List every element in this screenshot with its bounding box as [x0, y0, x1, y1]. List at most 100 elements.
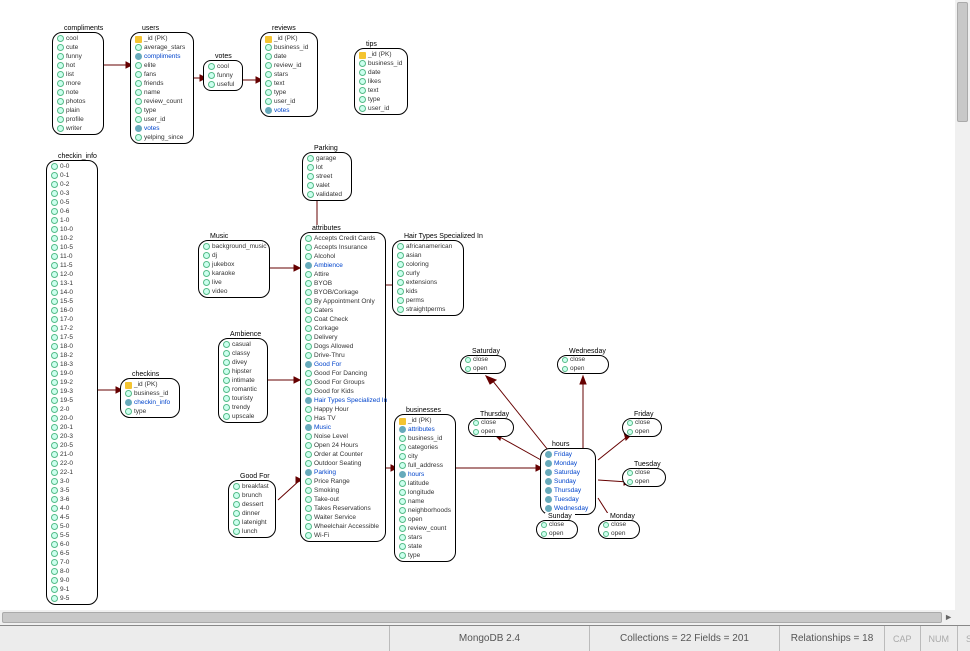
field-label: elite	[144, 61, 156, 70]
field-row: plain	[53, 106, 103, 115]
field-label: 0-1	[60, 171, 69, 180]
field: open	[623, 478, 665, 487]
field-row: Alcohol	[301, 252, 385, 261]
entity-hairtypes: Hair Types Specialized In africanamerica…	[392, 240, 464, 316]
field-row: Parking	[301, 468, 385, 477]
horizontal-scrollbar[interactable]: ►	[0, 610, 955, 625]
bullet-icon	[57, 44, 64, 51]
bullet-icon	[265, 98, 272, 105]
entity-parking: Parking garagelotstreetvaletvalidated	[302, 152, 352, 201]
field: close	[599, 521, 639, 530]
bullet-icon	[51, 541, 58, 548]
field-row: user_id	[131, 115, 193, 124]
field-label: Good For Groups	[314, 378, 365, 387]
field-row: state	[395, 542, 455, 551]
field-label: 0-0	[60, 162, 69, 171]
key-icon	[359, 52, 366, 59]
scroll-arrow-right-icon[interactable]: ►	[944, 612, 953, 622]
bullet-icon	[51, 451, 58, 458]
field-label: _id (PK)	[274, 34, 297, 43]
field-label: 0-3	[60, 189, 69, 198]
bullet-icon	[51, 415, 58, 422]
field-row: 5-5	[47, 531, 97, 540]
bullet-icon	[51, 460, 58, 467]
bullet-icon	[51, 307, 58, 314]
entity-title: businesses	[403, 407, 444, 414]
field-row: 17-2	[47, 324, 97, 333]
bullet-icon	[51, 442, 58, 449]
bullet-icon	[359, 69, 366, 76]
bullet-icon	[125, 390, 132, 397]
bullet-icon	[51, 397, 58, 404]
field: close	[461, 356, 505, 365]
bullet-icon	[305, 478, 312, 485]
bullet-icon	[51, 271, 58, 278]
field-row: curly	[393, 269, 463, 278]
bullet-icon	[51, 370, 58, 377]
diagram-canvas[interactable]: compliments coolcutefunnyhotlistmorenote…	[0, 0, 955, 610]
field-label: friends	[144, 79, 164, 88]
field-row: type	[261, 88, 317, 97]
entity-hours: hours FridayMondaySaturdaySundayThursday…	[540, 448, 596, 515]
field-row: funny	[53, 52, 103, 61]
bullet-icon	[135, 98, 142, 105]
field-label: 17-5	[60, 333, 73, 342]
status-bar: MongoDB 2.4 Collections = 22 Fields = 20…	[0, 625, 970, 651]
scroll-thumb[interactable]	[2, 612, 942, 623]
bullet-icon	[233, 492, 240, 499]
field-row: Dogs Allowed	[301, 342, 385, 351]
entity-friday: Friday close open	[622, 418, 662, 437]
field-label: 6-0	[60, 540, 69, 549]
field-row: Sunday	[541, 477, 595, 486]
field-row: 0-2	[47, 180, 97, 189]
bullet-icon	[305, 532, 312, 539]
bullet-icon	[307, 155, 314, 162]
field-label: Wheelchair Accessible	[314, 522, 379, 531]
link-icon	[545, 505, 552, 512]
field-label: text	[368, 86, 378, 95]
field-label: plain	[66, 106, 80, 115]
field-label: 9-1	[60, 585, 69, 594]
bullet-icon	[265, 89, 272, 96]
field-row: compliments	[131, 52, 193, 61]
field-row: useful	[204, 80, 242, 89]
field-label: writer	[66, 124, 82, 133]
field-label: Price Range	[314, 477, 350, 486]
field-row: 3-6	[47, 495, 97, 504]
field-row: 10-0	[47, 225, 97, 234]
field-row: Drive-Thru	[301, 351, 385, 360]
field-label: asian	[406, 251, 422, 260]
field-label: city	[408, 452, 418, 461]
vertical-scrollbar[interactable]	[955, 0, 970, 610]
field-label: Music	[314, 423, 331, 432]
field-row: latitude	[395, 479, 455, 488]
field-row: street	[303, 172, 351, 181]
field-row: hours	[395, 470, 455, 479]
field-label: yelping_since	[144, 133, 183, 142]
bullet-icon	[51, 244, 58, 251]
field-row: 0-5	[47, 198, 97, 207]
field-label: lot	[316, 163, 323, 172]
scroll-thumb[interactable]	[957, 2, 968, 122]
entity-title: Monday	[607, 513, 638, 520]
field-row: 20-5	[47, 441, 97, 450]
field-row: latenight	[229, 518, 275, 527]
field-label: Alcohol	[314, 252, 335, 261]
field-row: Saturday	[541, 468, 595, 477]
field-label: Attire	[314, 270, 329, 279]
field-label: attributes	[408, 425, 435, 434]
field-label: 20-3	[60, 432, 73, 441]
link-icon	[265, 107, 272, 114]
field-label: compliments	[144, 52, 180, 61]
field-label: 0-6	[60, 207, 69, 216]
field-row: name	[131, 88, 193, 97]
field-label: extensions	[406, 278, 437, 287]
field-label: garage	[316, 154, 336, 163]
field-row: review_id	[261, 61, 317, 70]
link-icon	[545, 496, 552, 503]
link-icon	[545, 478, 552, 485]
field-label: list	[66, 70, 74, 79]
field-row: hot	[53, 61, 103, 70]
bullet-icon	[51, 361, 58, 368]
field-row: note	[53, 88, 103, 97]
